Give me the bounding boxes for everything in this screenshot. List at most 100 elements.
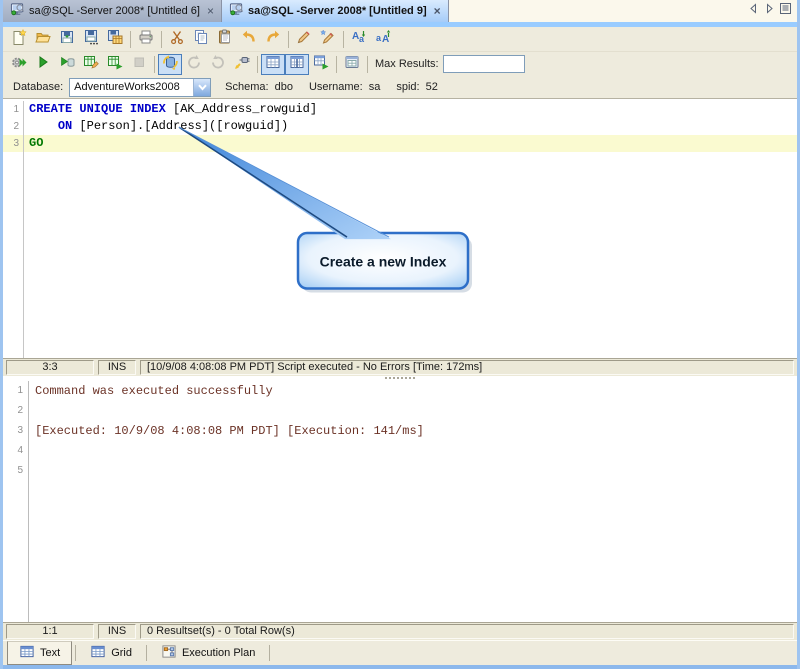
lowercase-icon: Aa bbox=[351, 29, 367, 50]
save-all-button[interactable] bbox=[103, 29, 127, 50]
document-tab-bar: sa@SQL -Server 2008* [Untitled 6] × sa@S… bbox=[3, 0, 797, 22]
document-tab-icon bbox=[229, 2, 244, 20]
result-line: 4 bbox=[3, 441, 797, 461]
editor-status-bar: 3:3 INS [10/9/08 4:08:08 PM PDT] Script … bbox=[3, 358, 797, 376]
save-as-button[interactable] bbox=[79, 29, 103, 50]
save-all-icon bbox=[107, 29, 123, 50]
grid-tab-icon bbox=[90, 644, 106, 662]
tab-untitled-6[interactable]: sa@SQL -Server 2008* [Untitled 6] × bbox=[3, 0, 222, 22]
tab-text[interactable]: Text bbox=[7, 641, 73, 665]
sql-editor[interactable]: 1 CREATE UNIQUE INDEX [AK_Address_rowgui… bbox=[3, 99, 797, 358]
tab-label: Grid bbox=[111, 647, 132, 659]
auto-commit-button[interactable] bbox=[158, 53, 182, 75]
new-file-button[interactable] bbox=[7, 28, 31, 50]
new-file-icon bbox=[11, 28, 27, 50]
tab-next-icon[interactable] bbox=[763, 2, 776, 20]
paste-button[interactable] bbox=[213, 29, 237, 50]
close-icon[interactable]: × bbox=[434, 5, 441, 17]
format-sql-icon bbox=[296, 29, 312, 50]
results-status-bar: 1:1 INS 0 Resultset(s) - 0 Total Row(s) bbox=[3, 622, 797, 640]
format-sql-button[interactable] bbox=[292, 29, 316, 50]
close-icon[interactable]: × bbox=[207, 5, 214, 17]
execute-current-button[interactable] bbox=[31, 54, 55, 75]
copy-icon bbox=[193, 29, 209, 50]
rollback-button bbox=[206, 54, 230, 75]
execute-current-icon bbox=[35, 54, 51, 75]
to-lowercase-button[interactable]: Aa bbox=[347, 29, 371, 50]
spid-value: 52 bbox=[425, 81, 438, 93]
max-results-input[interactable] bbox=[442, 55, 525, 73]
results-split-button[interactable] bbox=[285, 53, 309, 75]
document-tab-icon bbox=[10, 2, 25, 20]
toolbar-separator bbox=[257, 55, 258, 73]
execute-button[interactable] bbox=[7, 54, 31, 75]
commit-icon bbox=[186, 54, 202, 75]
save-button[interactable] bbox=[55, 29, 79, 50]
callout-annotation: Create a new Index bbox=[178, 126, 472, 293]
execute-explain-icon bbox=[107, 54, 123, 75]
open-file-button[interactable] bbox=[31, 29, 55, 50]
insert-mode: INS bbox=[98, 624, 136, 639]
execute-edit-icon bbox=[83, 54, 99, 75]
commit-button bbox=[182, 54, 206, 75]
caret-position: 3:3 bbox=[6, 360, 94, 375]
redo-icon bbox=[265, 29, 281, 50]
format-sql-options-button[interactable] bbox=[316, 29, 340, 50]
reconnect-button[interactable] bbox=[230, 54, 254, 75]
print-icon bbox=[138, 29, 154, 50]
results-text-pane[interactable]: 1 Command was executed successfully 2 3 … bbox=[3, 376, 797, 622]
format-sql-options-icon bbox=[320, 29, 336, 50]
tab-grid[interactable]: Grid bbox=[79, 641, 143, 665]
tab-separator bbox=[75, 645, 77, 661]
execute-icon bbox=[11, 54, 27, 75]
pin-results-button[interactable] bbox=[340, 54, 364, 75]
undo-icon bbox=[241, 29, 257, 50]
gutter bbox=[3, 481, 29, 622]
tab-list-icon[interactable] bbox=[779, 2, 792, 20]
redo-button[interactable] bbox=[261, 29, 285, 50]
stop-button bbox=[127, 54, 151, 75]
to-uppercase-button[interactable]: aA bbox=[371, 29, 395, 50]
execution-plan-tab-icon bbox=[161, 644, 177, 662]
execute-script-icon bbox=[59, 54, 75, 75]
tab-execution-plan[interactable]: Execution Plan bbox=[150, 641, 266, 665]
file-toolbar: Aa aA bbox=[3, 27, 797, 52]
auto-commit-icon bbox=[162, 54, 178, 75]
results-tab-bar: Text Grid Execution Plan bbox=[3, 640, 797, 665]
rollback-icon bbox=[210, 54, 226, 75]
resultset-summary: 0 Resultset(s) - 0 Total Row(s) bbox=[140, 624, 794, 639]
result-line: 1 Command was executed successfully bbox=[3, 381, 797, 401]
result-text bbox=[29, 441, 35, 461]
tab-prev-icon[interactable] bbox=[747, 2, 760, 20]
open-file-icon bbox=[35, 29, 51, 50]
execute-edit-button[interactable] bbox=[79, 54, 103, 75]
line-number: 1 bbox=[3, 381, 29, 401]
result-line: 2 bbox=[3, 401, 797, 421]
combo-arrow-icon[interactable] bbox=[193, 78, 211, 96]
copy-button[interactable] bbox=[189, 29, 213, 50]
execute-script-button[interactable] bbox=[55, 54, 79, 75]
results-grid-icon bbox=[265, 54, 281, 75]
uppercase-icon: aA bbox=[375, 29, 391, 50]
execute-explain-button[interactable] bbox=[103, 54, 127, 75]
tab-untitled-9[interactable]: sa@SQL -Server 2008* [Untitled 9] × bbox=[221, 0, 449, 22]
app-window: sa@SQL -Server 2008* [Untitled 6] × sa@S… bbox=[0, 0, 800, 669]
callout-text: Create a new Index bbox=[320, 253, 447, 269]
line-number: 2 bbox=[3, 401, 29, 421]
results-grid-button[interactable] bbox=[261, 53, 285, 75]
cut-button[interactable] bbox=[165, 29, 189, 50]
print-button[interactable] bbox=[134, 29, 158, 50]
tab-nav-controls bbox=[747, 0, 797, 22]
tab-label: Execution Plan bbox=[181, 647, 256, 659]
undo-button[interactable] bbox=[237, 29, 261, 50]
line-number: 3 bbox=[3, 421, 29, 441]
splitter-grip[interactable] bbox=[385, 377, 415, 380]
execution-message: [10/9/08 4:08:08 PM PDT] Script executed… bbox=[140, 360, 794, 375]
results-export-icon bbox=[313, 54, 329, 75]
results-export-button[interactable] bbox=[309, 54, 333, 75]
database-dropdown[interactable]: AdventureWorks2008 bbox=[69, 77, 212, 97]
toolbar-separator bbox=[343, 30, 344, 48]
toolbar-separator bbox=[367, 55, 368, 73]
stop-icon bbox=[131, 54, 147, 75]
spid-label: spid: bbox=[396, 81, 420, 93]
